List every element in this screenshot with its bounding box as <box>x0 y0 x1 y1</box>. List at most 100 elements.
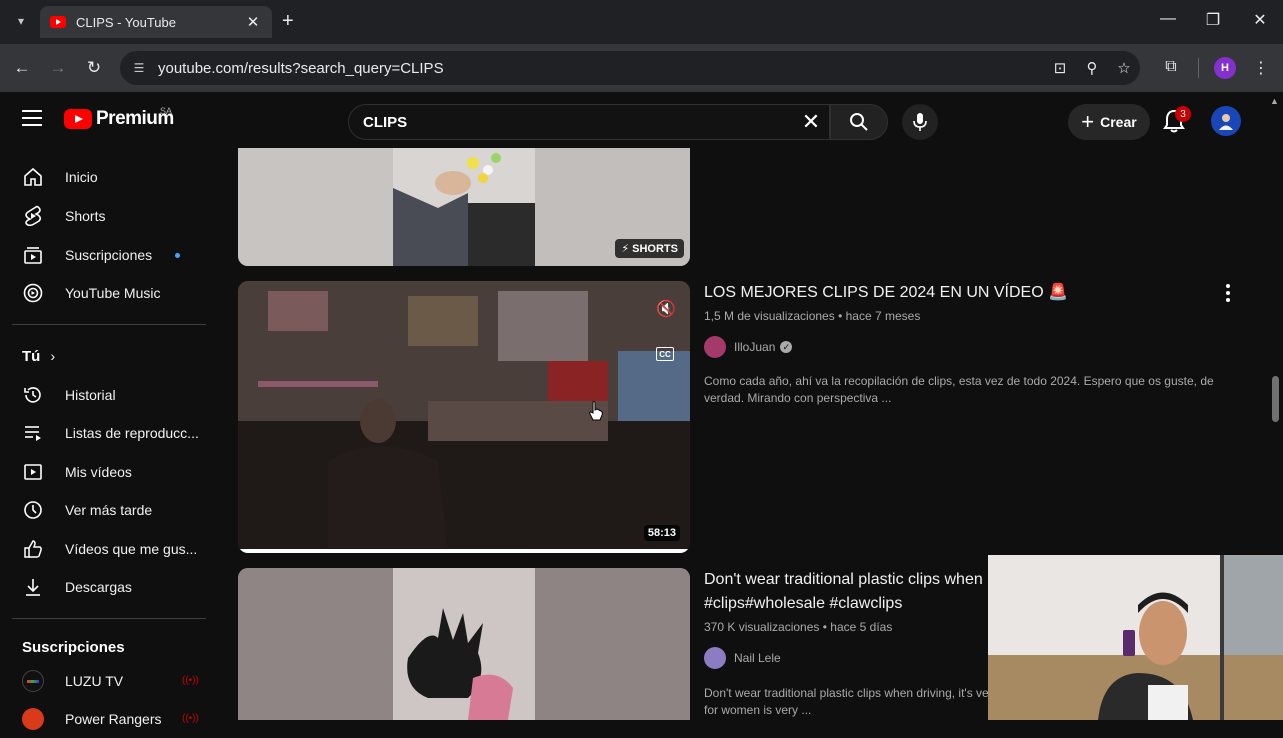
youtube-favicon-icon <box>50 16 66 28</box>
scroll-up-icon[interactable]: ▲ <box>1270 96 1279 106</box>
tab-title: CLIPS - YouTube <box>76 14 176 30</box>
video-preview-image <box>238 281 690 553</box>
video-title-line2: #clips#wholesale #clawclips <box>704 595 903 612</box>
sidebar-item-watch-later[interactable]: Ver más tarde <box>12 491 206 529</box>
new-content-dot <box>175 253 180 258</box>
address-bar[interactable]: ☰ youtube.com/results?search_query=CLIPS… <box>120 51 1140 85</box>
liked-videos-icon <box>22 538 44 560</box>
subscriptions-section-heading: Suscripciones <box>22 639 125 656</box>
close-tab-icon[interactable]: ✕ <box>244 13 262 31</box>
sidebar-item-playlists[interactable]: Listas de reproducc... <box>12 414 206 452</box>
restore-icon[interactable]: ❐ <box>1198 10 1228 30</box>
sidebar-item-downloads[interactable]: Descargas <box>12 568 206 606</box>
closed-captions-icon[interactable]: CC <box>656 347 674 361</box>
sidebar-item-label: Vídeos que me gus... <box>65 541 198 557</box>
close-window-icon[interactable]: ✕ <box>1245 10 1275 30</box>
sidebar-item-liked-videos[interactable]: Vídeos que me gus... <box>12 530 206 568</box>
shorts-thumbnail[interactable]: ⚡ SHORTS <box>238 148 690 266</box>
tab-list-button[interactable]: ▾ <box>8 8 34 34</box>
playlists-icon <box>22 422 44 444</box>
history-icon <box>22 384 44 406</box>
more-actions-icon[interactable] <box>1226 284 1232 305</box>
verified-icon: ✓ <box>780 341 793 353</box>
browser-profile-avatar[interactable]: H <box>1214 57 1236 79</box>
sidebar-subscription-power-rangers[interactable]: Power Rangers ((•)) <box>12 700 206 738</box>
account-avatar[interactable] <box>1211 106 1241 136</box>
notification-count-badge: 3 <box>1175 106 1191 122</box>
zoom-icon[interactable]: ⚲ <box>1076 59 1108 77</box>
sidebar-item-my-videos[interactable]: Mis vídeos <box>12 453 206 491</box>
video-metadata: 1,5 M de visualizaciones • hace 7 meses <box>704 309 920 323</box>
webcam-image <box>988 555 1283 720</box>
toolbar-divider <box>1198 58 1199 78</box>
sidebar-item-label: Suscripciones <box>65 247 153 263</box>
sidebar-item-subscriptions[interactable]: Suscripciones <box>12 236 206 274</box>
install-app-icon[interactable]: ⊡ <box>1044 59 1076 77</box>
sidebar-item-label: Descargas <box>65 579 132 595</box>
browser-menu-icon[interactable]: ⋮ <box>1250 58 1272 78</box>
sidebar-item-shorts[interactable]: Shorts <box>12 197 206 235</box>
browser-tab[interactable]: CLIPS - YouTube ✕ <box>40 6 272 38</box>
muted-icon[interactable]: 🔇 <box>656 299 676 319</box>
site-settings-icon[interactable]: ☰ <box>130 61 148 75</box>
reload-button[interactable]: ↻ <box>82 56 106 80</box>
reload-icon: ↻ <box>86 58 102 77</box>
webcam-overlay <box>988 555 1283 720</box>
playback-progress-fill <box>238 549 690 553</box>
youtube-premium-logo[interactable]: Premium <box>64 108 174 130</box>
video-title[interactable]: Don't wear traditional plastic clips whe… <box>704 568 994 616</box>
sidebar-divider <box>12 618 206 619</box>
browser-toolbar: ← → ↻ ☰ youtube.com/results?search_query… <box>0 44 1283 92</box>
extensions-icon[interactable]: ⧉ <box>1160 58 1182 76</box>
channel-link[interactable]: IlloJuan ✓ <box>704 336 793 358</box>
browser-tab-bar: ▾ CLIPS - YouTube ✕ + — ❐ ✕ <box>0 0 1283 44</box>
forward-button[interactable]: → <box>46 56 70 80</box>
sidebar: Inicio Shorts Suscripciones YouTube Musi… <box>0 148 218 730</box>
shorts-badge-text: SHORTS <box>632 243 678 255</box>
hand-cursor-icon <box>589 401 603 421</box>
search-query-text[interactable]: CLIPS <box>363 114 793 131</box>
sidebar-item-label: Power Rangers <box>65 711 162 727</box>
voice-search-button[interactable] <box>902 104 938 140</box>
user-avatar-icon <box>1219 114 1233 130</box>
playback-progress-bar[interactable] <box>238 549 690 553</box>
plus-icon: + <box>1081 109 1095 134</box>
create-button[interactable]: + Crear <box>1068 104 1150 140</box>
minimize-icon[interactable]: — <box>1153 10 1183 28</box>
sidebar-item-label: Inicio <box>65 169 98 185</box>
clear-search-icon[interactable]: ✕ <box>793 109 829 135</box>
search-button[interactable] <box>830 104 888 140</box>
live-icon: ((•)) <box>182 675 199 686</box>
upload-age: hace 5 días <box>830 620 893 634</box>
url-text[interactable]: youtube.com/results?search_query=CLIPS <box>158 60 1044 77</box>
sidebar-subscription-luzu-tv[interactable]: LUZU TV ((•)) <box>12 662 206 700</box>
channel-link[interactable]: Nail Lele <box>704 647 781 669</box>
sidebar-item-home[interactable]: Inicio <box>12 158 206 196</box>
menu-icon[interactable] <box>22 110 42 126</box>
sidebar-item-history[interactable]: Historial <box>12 376 206 414</box>
home-icon <box>22 166 44 188</box>
upload-age: hace 7 meses <box>845 309 921 323</box>
video-title[interactable]: LOS MEJORES CLIPS DE 2024 EN UN VÍDEO 🚨 <box>704 281 1214 305</box>
video-duration: 58:13 <box>643 525 680 541</box>
search-input[interactable]: CLIPS ✕ <box>348 104 830 140</box>
country-code: SA <box>160 106 173 116</box>
view-count: 370 K visualizaciones <box>704 620 820 634</box>
new-tab-button[interactable]: + <box>282 10 294 32</box>
shorts-badge: ⚡ SHORTS <box>615 239 684 258</box>
shorts-thumbnail[interactable] <box>238 568 690 720</box>
you-section-heading[interactable]: Tú › <box>22 348 55 365</box>
arrow-right-icon: → <box>49 58 67 77</box>
sidebar-divider <box>12 324 206 325</box>
youtube-logo-icon <box>64 109 92 129</box>
subscriptions-icon <box>22 244 44 266</box>
sidebar-item-youtube-music[interactable]: YouTube Music <box>12 274 206 312</box>
video-thumbnail-preview[interactable]: 🔇 CC 58:13 <box>238 281 690 553</box>
bookmark-star-icon[interactable]: ☆ <box>1108 59 1140 77</box>
arrow-left-icon: ← <box>13 58 31 77</box>
you-heading-text: Tú <box>22 348 41 365</box>
scrollbar-thumb[interactable] <box>1272 376 1279 422</box>
back-button[interactable]: ← <box>10 56 34 80</box>
video-description-line1: Don't wear traditional plastic clips whe… <box>704 686 988 700</box>
chevron-right-icon: › <box>50 348 56 364</box>
